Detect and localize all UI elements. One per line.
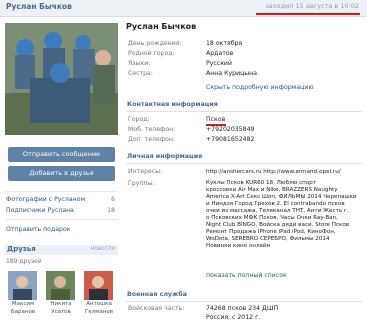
- mobile-label: Моб. телефон:: [128, 126, 176, 133]
- friend-last-name[interactable]: Усатов: [46, 309, 76, 316]
- friends-more-link[interactable]: новости: [90, 246, 115, 252]
- sister-value[interactable]: Анна Курицына: [206, 70, 257, 78]
- sister-label: Сестра:: [128, 70, 153, 77]
- groups-line[interactable]: Куклы Псков KUR60 18, Люблю спорт: [206, 180, 360, 187]
- header-name[interactable]: Руслан Бычков: [6, 2, 72, 11]
- hide-details-link[interactable]: Скрыть подробную информацию: [206, 84, 314, 91]
- friends-header: Друзья новости: [5, 245, 118, 255]
- personal-section-header: Личная информация: [126, 153, 362, 164]
- friend-card[interactable]: Никита Усатов: [46, 271, 76, 316]
- groups-line[interactable]: Ремонт Продажа IPhone iPad iPod, КиноФон…: [206, 229, 360, 236]
- send-message-button[interactable]: Отправить сообщение: [8, 147, 115, 162]
- subscribers-link[interactable]: Подписчики Руслана: [6, 207, 74, 214]
- groups-line[interactable]: очки из массажа, Телеканал ТНТ, Анти Жес…: [206, 208, 360, 215]
- birthday-label: День рождения:: [128, 40, 182, 47]
- birthday-value[interactable]: 18 октября: [206, 40, 242, 48]
- extra-phone-label: Доп. телефон:: [128, 136, 175, 143]
- military-section-title: Военная служба: [127, 291, 187, 298]
- city-label: Город:: [128, 116, 150, 123]
- groups-line[interactable]: кроссовки Air Max и Nike, BRAZZERS Naugh…: [206, 187, 360, 194]
- photos-with-user-link[interactable]: Фотографии с Русланом: [6, 196, 85, 203]
- friend-last-name[interactable]: Гелманов: [84, 309, 114, 316]
- extra-phone-value: +79081652482: [206, 136, 255, 143]
- groups-line[interactable]: America X-Art Секс Шоп, ФИЛЬМЫ 2014 Чере…: [206, 194, 360, 201]
- friends-title[interactable]: Друзья: [7, 245, 36, 253]
- friends-count[interactable]: 189 друзей: [6, 258, 42, 265]
- sidebar-divider: [5, 191, 118, 192]
- profile-page: Руслан Бычков заходил 15 августа в 10:02…: [0, 0, 367, 329]
- friend-first-name[interactable]: Антошка: [84, 301, 114, 308]
- friend-photo: [8, 271, 37, 300]
- hometown-value[interactable]: Ардатов: [206, 50, 233, 58]
- friend-last-name[interactable]: Баранов: [8, 309, 38, 316]
- friend-first-name[interactable]: Никита: [46, 301, 76, 308]
- groups-line[interactable]: и Ниндзя Город Грехов 2, El contrabando …: [206, 201, 360, 208]
- personal-section-title: Личная информация: [127, 153, 203, 160]
- mobile-value: +79202035849: [206, 126, 255, 133]
- friend-photo: [46, 271, 75, 300]
- military-unit-label: Войсковая часть:: [128, 305, 185, 312]
- profile-name: Руслан Бычков: [126, 22, 197, 31]
- friend-avatar[interactable]: [84, 271, 113, 300]
- languages-value[interactable]: Русский: [206, 60, 232, 68]
- friend-first-name[interactable]: Максим: [8, 301, 38, 308]
- last-seen-text: заходил 15 августа в 10:02: [265, 2, 359, 10]
- groups-line[interactable]: WoDota, SEREBRO СЕРЕБРО, Фильмы 2014: [206, 236, 360, 243]
- military-section-header: Военная служба: [126, 291, 362, 302]
- groups-line[interactable]: о Псковских МФК Псков, Часы Очки Ray-Ban…: [206, 215, 360, 222]
- show-all-groups-link[interactable]: показать полный список: [206, 272, 287, 279]
- groups-list: Куклы Псков KUR60 18, Люблю спорт кроссо…: [206, 180, 360, 250]
- contact-section-title: Контактная информация: [127, 101, 218, 108]
- subscribers-count: 18: [107, 207, 115, 214]
- profile-avatar[interactable]: [5, 23, 118, 135]
- friend-card[interactable]: Антошка Гелманов: [84, 271, 114, 316]
- military-years-value: Россия, с 2012 г.: [206, 314, 261, 321]
- hometown-label: Родной город:: [128, 50, 175, 57]
- photos-count: 6: [111, 196, 115, 203]
- friend-card[interactable]: Максим Баранов: [8, 271, 38, 316]
- sidebar-divider: [5, 219, 118, 220]
- add-friend-button[interactable]: Добавить в друзья: [8, 166, 115, 181]
- send-gift-link[interactable]: Отправить подарок: [6, 226, 70, 233]
- friend-avatar[interactable]: [8, 271, 37, 300]
- friend-photo: [84, 271, 113, 300]
- contact-section-header: Контактная информация: [126, 101, 362, 112]
- languages-label: Языки:: [128, 60, 151, 67]
- groups-line[interactable]: Новинки кино онлайн: [206, 243, 360, 250]
- interests-label: Интересы:: [128, 168, 163, 175]
- friend-avatar[interactable]: [46, 271, 75, 300]
- groups-label: Группы:: [128, 180, 155, 187]
- avatar-photo: [5, 23, 118, 135]
- groups-line[interactable]: Night Club BINGO, Войска дяди васи, Stor…: [206, 222, 360, 229]
- city-value[interactable]: Псков: [206, 116, 225, 124]
- last-seen-underline: [256, 13, 360, 15]
- interests-value[interactable]: http://anshercars.ru http://www.armand-o…: [206, 168, 341, 176]
- military-unit-value[interactable]: 74268 псков 234 ДШП: [206, 305, 278, 313]
